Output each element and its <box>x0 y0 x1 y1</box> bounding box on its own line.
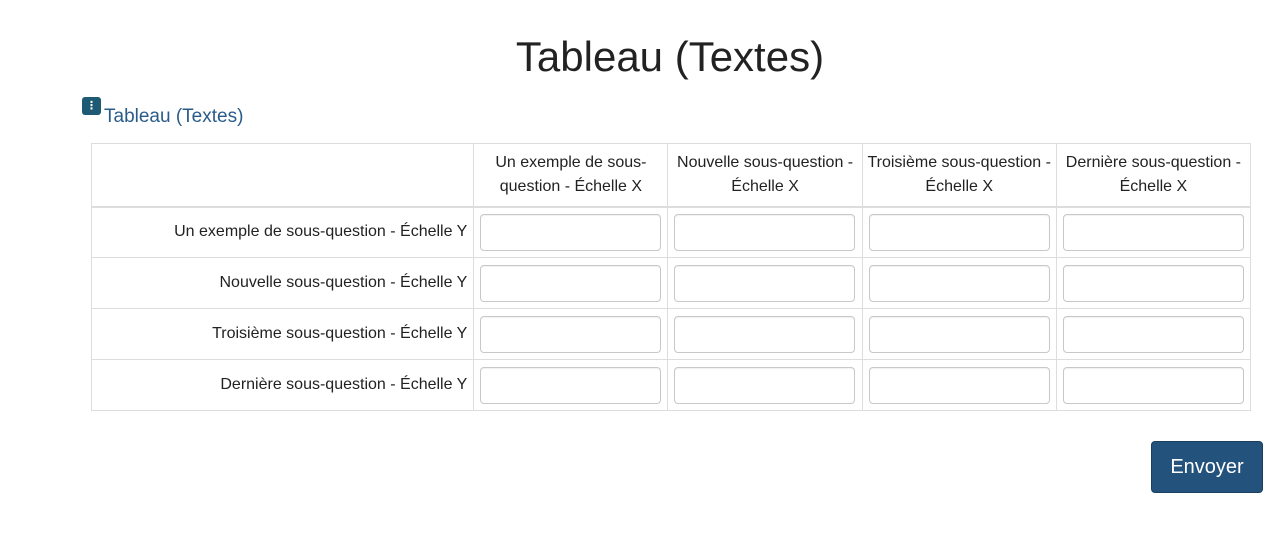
survey-page: Tableau (Textes) ⋮ Tableau (Textes) Un e… <box>0 0 1288 542</box>
matrix-cell <box>1055 206 1252 258</box>
matrix-cell <box>1055 359 1252 411</box>
matrix-text-input[interactable] <box>480 264 662 302</box>
matrix-text-input[interactable] <box>674 264 856 302</box>
column-header: Nouvelle sous-question - Échelle X <box>667 143 863 208</box>
matrix-cell <box>667 206 863 258</box>
matrix-text-input[interactable] <box>1062 315 1244 353</box>
matrix-cell <box>667 308 863 360</box>
column-header: Un exemple de sous-question - Échelle X <box>473 143 669 208</box>
matrix-header-row: Un exemple de sous-question - Échelle X … <box>90 143 1252 208</box>
question-header: ⋮ Tableau (Textes) <box>82 97 243 128</box>
matrix-text-input[interactable] <box>674 213 856 251</box>
matrix-row: Un exemple de sous-question - Échelle Y <box>90 206 1252 258</box>
row-label: Dernière sous-question - Échelle Y <box>90 359 475 411</box>
matrix-cell <box>473 308 669 360</box>
matrix-cell <box>861 206 1057 258</box>
matrix-cell <box>667 257 863 309</box>
matrix-row: Nouvelle sous-question - Échelle Y <box>90 257 1252 309</box>
matrix-text-input[interactable] <box>1062 264 1244 302</box>
column-header: Dernière sous-question - Échelle X <box>1055 143 1252 208</box>
column-header: Troisième sous-question - Échelle X <box>861 143 1057 208</box>
matrix-corner-cell <box>90 143 475 208</box>
matrix-cell <box>1055 257 1252 309</box>
matrix-text-input[interactable] <box>674 366 856 404</box>
matrix-text-input[interactable] <box>1062 213 1244 251</box>
matrix-text-input[interactable] <box>868 315 1050 353</box>
matrix-cell <box>473 359 669 411</box>
matrix-cell <box>667 359 863 411</box>
matrix-row: Dernière sous-question - Échelle Y <box>90 359 1252 411</box>
page-title: Tableau (Textes) <box>515 33 825 80</box>
question-label: Tableau (Textes) <box>104 106 244 127</box>
matrix-cell <box>1055 308 1252 360</box>
submit-button[interactable]: Envoyer <box>1151 441 1263 493</box>
matrix-text-input[interactable] <box>868 213 1050 251</box>
matrix-cell <box>473 257 669 309</box>
row-label: Nouvelle sous-question - Échelle Y <box>90 257 475 309</box>
matrix-text-input[interactable] <box>868 264 1050 302</box>
info-icon[interactable]: ⋮ <box>82 97 101 115</box>
matrix-text-input[interactable] <box>480 315 662 353</box>
matrix-text-input[interactable] <box>480 213 662 251</box>
matrix-text-input[interactable] <box>1062 366 1244 404</box>
matrix-cell <box>861 257 1057 309</box>
matrix-text-input[interactable] <box>868 366 1050 404</box>
row-label: Un exemple de sous-question - Échelle Y <box>90 206 475 258</box>
matrix-table: Un exemple de sous-question - Échelle X … <box>90 143 1252 411</box>
matrix-row: Troisième sous-question - Échelle Y <box>90 308 1252 360</box>
matrix-cell <box>473 206 669 258</box>
matrix-text-input[interactable] <box>480 366 662 404</box>
row-label: Troisième sous-question - Échelle Y <box>90 308 475 360</box>
matrix-text-input[interactable] <box>674 315 856 353</box>
matrix-cell <box>861 308 1057 360</box>
matrix-cell <box>861 359 1057 411</box>
